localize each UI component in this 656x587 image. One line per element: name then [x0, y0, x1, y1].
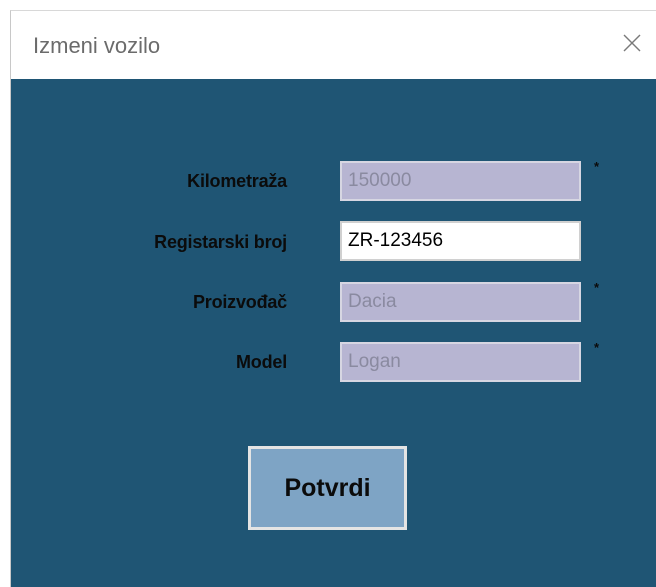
- manufacturer-required-marker: *: [594, 280, 600, 295]
- form-area: Kilometraža * Registarski broj Proizvođa…: [11, 79, 656, 587]
- close-button[interactable]: [608, 11, 656, 79]
- manufacturer-label: Proizvođač: [192, 292, 287, 312]
- mileage-required-marker: *: [594, 159, 600, 174]
- window-title: Izmeni vozilo: [33, 33, 161, 58]
- title-bar: Izmeni vozilo: [11, 11, 656, 79]
- model-required-marker: *: [594, 340, 600, 355]
- registration-label: Registarski broj: [154, 232, 287, 252]
- confirm-button[interactable]: Potvrdi: [248, 446, 407, 530]
- mileage-label: Kilometraža: [187, 171, 287, 191]
- registration-field[interactable]: [340, 221, 581, 261]
- model-label: Model: [236, 352, 287, 372]
- model-field[interactable]: [340, 342, 581, 382]
- close-icon: [622, 33, 642, 58]
- mileage-field[interactable]: [340, 161, 581, 201]
- dialog-window: Izmeni vozilo Kilometraža * Registarski …: [10, 10, 656, 587]
- manufacturer-field[interactable]: [340, 282, 581, 322]
